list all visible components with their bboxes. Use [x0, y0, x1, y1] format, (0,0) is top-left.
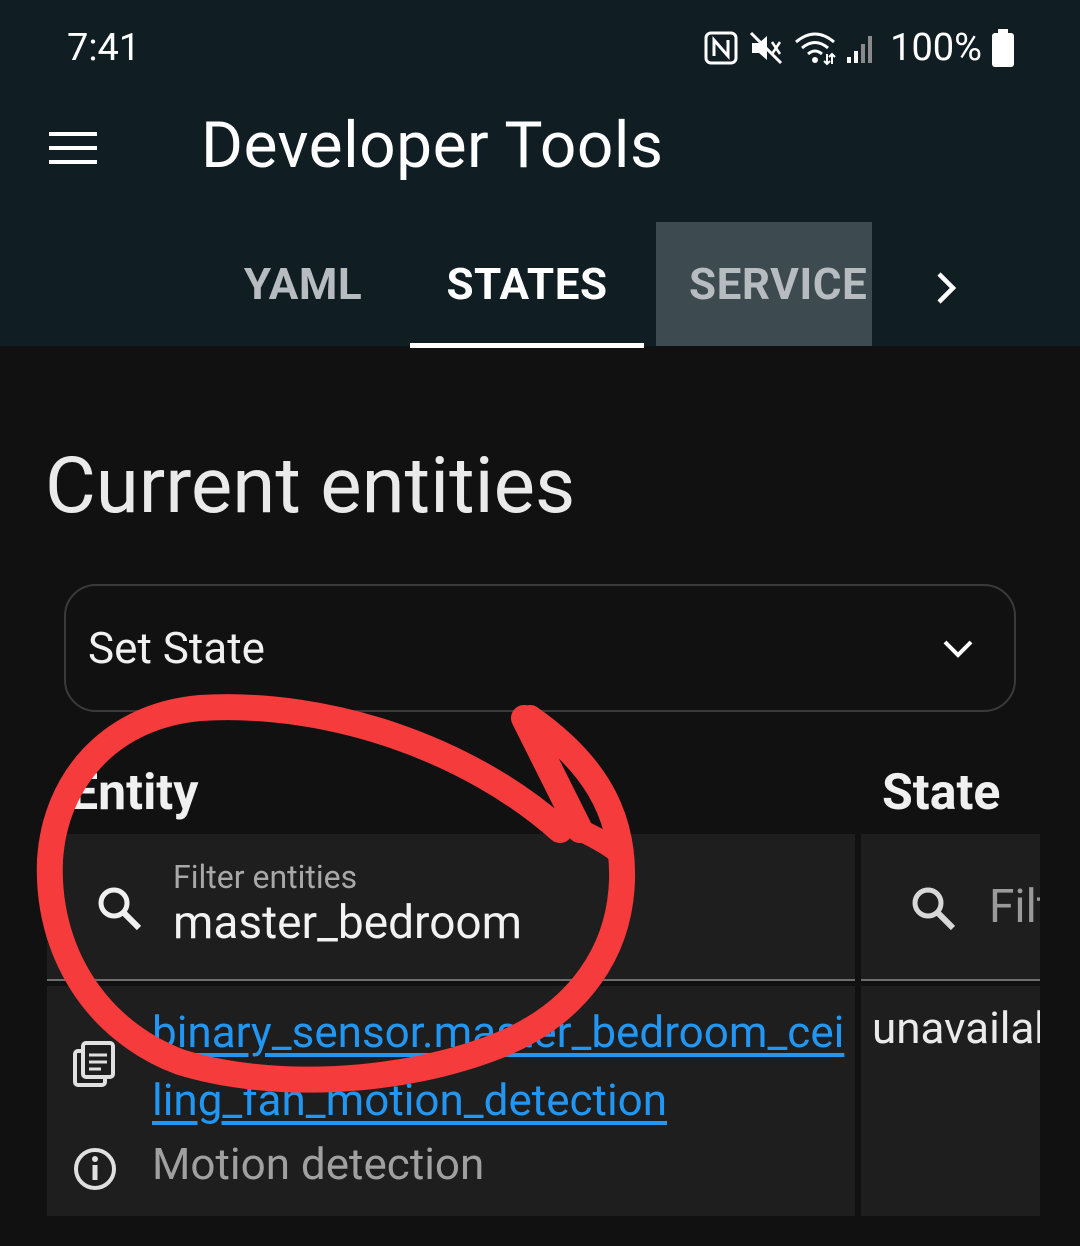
state-filter-placeholder: Filter states [989, 880, 1040, 934]
page-title: Developer Tools [201, 108, 664, 183]
mute-icon [750, 31, 783, 65]
hamburger-menu-icon[interactable] [49, 128, 99, 168]
table-row: binary_sensor.master_bedroom_ceiling_fan… [47, 986, 1040, 1216]
search-icon [912, 887, 956, 931]
entity-column-header[interactable]: Entity [70, 764, 198, 822]
info-icon[interactable] [71, 1145, 119, 1193]
battery-level: 100% [890, 26, 982, 70]
entity-filter-label: Filter entities [173, 858, 358, 896]
nfc-icon [704, 31, 738, 65]
column-divider [855, 986, 861, 1216]
state-column-header[interactable]: State [882, 764, 1000, 822]
tab-bar: YAML STATES SERVICE [0, 222, 1080, 348]
entity-id-link[interactable]: binary_sensor.master_bedroom_ceiling_fan… [152, 998, 852, 1134]
set-state-dropdown[interactable]: Set State [64, 584, 1016, 712]
entity-filter-field[interactable]: Filter entities master_bedroom [47, 834, 855, 981]
entity-filter-value[interactable]: master_bedroom [173, 896, 522, 950]
state-filter-field[interactable]: Filter states [861, 834, 1040, 981]
status-icons: 100% [704, 26, 1014, 70]
set-state-label: Set State [88, 622, 265, 674]
chevron-right-icon[interactable] [920, 262, 972, 314]
copy-clipboard-icon[interactable] [71, 1041, 119, 1089]
tab-service[interactable]: SERVICE [656, 222, 872, 346]
search-icon [98, 887, 142, 931]
app-header: 7:41 100% Developer Tools YAML STATES SE… [0, 0, 1080, 348]
tab-states[interactable]: STATES [410, 222, 644, 348]
entity-friendly-name: Motion detection [152, 1138, 485, 1190]
chevron-down-icon [943, 640, 973, 658]
battery-icon [992, 29, 1014, 67]
tab-yaml[interactable]: YAML [212, 222, 394, 346]
wifi-icon [795, 32, 836, 66]
signal-icon [847, 36, 873, 63]
section-title: Current entities [45, 441, 576, 532]
entity-state-value: unavailable [872, 1002, 1040, 1054]
status-time: 7:41 [67, 26, 141, 70]
